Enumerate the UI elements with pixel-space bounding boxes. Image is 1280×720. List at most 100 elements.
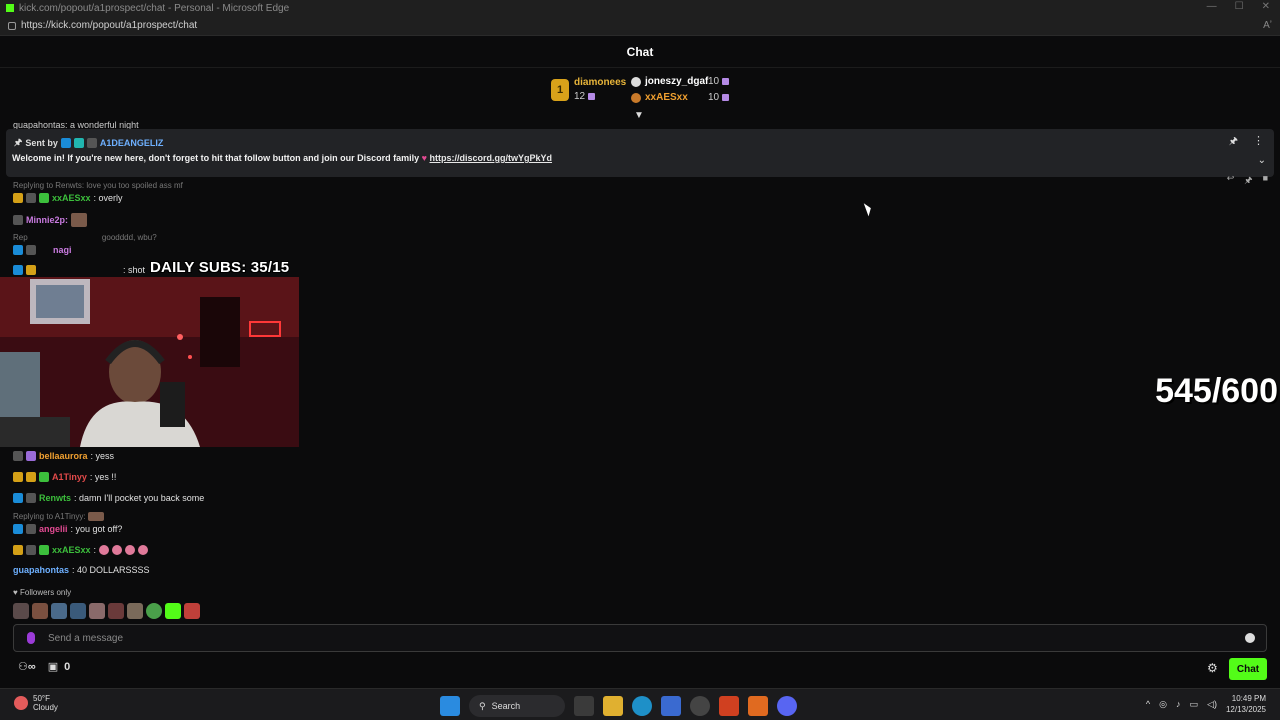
more-options-icon[interactable]: ⋮: [1253, 134, 1264, 147]
leader-2-name[interactable]: joneszy_dgaf: [645, 76, 708, 87]
reply-context: Rep goodddd, wbu?: [13, 233, 157, 242]
pin-icon[interactable]: 🖈: [1229, 134, 1238, 151]
microphone-tray-icon[interactable]: ♪: [1176, 699, 1181, 709]
browser-title-bar: kick.com/popout/a1prospect/chat - Person…: [0, 0, 1280, 16]
reply-icon[interactable]: ↩: [1227, 173, 1235, 189]
emote-image: [112, 545, 123, 555]
chat-message: xxAESxx :: [13, 545, 149, 555]
obs-icon[interactable]: [690, 696, 710, 716]
file-explorer-icon[interactable]: [603, 696, 623, 716]
emoji-picker-icon[interactable]: [1245, 633, 1255, 643]
discord-link[interactable]: https://discord.gg/twYgPkYd: [430, 153, 553, 163]
rank-3-medal-icon: [631, 93, 641, 103]
emote-button[interactable]: [13, 603, 29, 619]
edge-browser-icon[interactable]: [632, 696, 652, 716]
chat-text: : you got off?: [70, 524, 123, 534]
send-chat-button[interactable]: Chat: [1229, 658, 1267, 680]
store-icon[interactable]: [661, 696, 681, 716]
emote-button[interactable]: [146, 603, 162, 619]
chat-username[interactable]: guapahontas: [13, 565, 69, 575]
chat-username[interactable]: Renwts: [39, 493, 71, 503]
microphone-icon[interactable]: [27, 632, 35, 644]
emote-image: [99, 545, 110, 555]
rank-1-medal-icon: 1: [551, 79, 569, 101]
emote-button[interactable]: [184, 603, 200, 619]
chat-username[interactable]: Minnie2p:: [26, 215, 68, 225]
chat-message: A1Tinyy : yes !!: [13, 472, 116, 482]
leader-3-name[interactable]: xxAESxx: [645, 92, 688, 103]
chat-message: Renwts : damn I'll pocket you back some: [13, 493, 204, 503]
moderator-badge-icon: [60, 138, 71, 148]
app-icon[interactable]: [748, 696, 768, 716]
chat-message: xxAESxx : overly: [13, 193, 123, 203]
expand-leaderboard-icon[interactable]: ▼: [634, 110, 644, 121]
chat-text: : damn I'll pocket you back some: [74, 493, 205, 503]
address-bar[interactable]: https://kick.com/popout/a1prospect/chat …: [0, 16, 1280, 36]
emote-button[interactable]: [51, 603, 67, 619]
gift-icon: [722, 93, 730, 101]
minimize-icon[interactable]: —: [1207, 1, 1217, 12]
quick-emotes-bar: [13, 603, 200, 619]
sub-badge-icon: [13, 193, 23, 203]
sub-badge-icon: [26, 451, 36, 461]
gear-icon[interactable]: ⚙: [1207, 661, 1218, 675]
chat-message: guapahontas : 40 DOLLARSSSS: [13, 565, 150, 575]
close-icon[interactable]: ✕: [1262, 1, 1270, 12]
og-badge-icon: [86, 138, 97, 148]
users-icon[interactable]: ⚇∞: [18, 660, 36, 673]
pinned-sender-name[interactable]: A1DEANGELIZ: [100, 138, 164, 148]
emote-button[interactable]: [32, 603, 48, 619]
chat-username[interactable]: nagi: [53, 245, 72, 255]
app-icon[interactable]: [719, 696, 739, 716]
weather-condition: Cloudy: [33, 703, 58, 712]
emote-button[interactable]: [165, 603, 181, 619]
webcam-feed: [0, 277, 299, 447]
chat-username[interactable]: bellaaurora: [39, 451, 88, 461]
sub-badge-icon: [13, 545, 23, 555]
chat-footer-left: ⚇∞ ▣ 0: [18, 660, 70, 674]
chat-title: Chat: [0, 36, 1280, 68]
chat-username[interactable]: angelii: [39, 524, 68, 534]
verified-badge-icon: [73, 138, 84, 148]
window-controls: — ☐ ✕: [1207, 1, 1270, 12]
emote-button[interactable]: [108, 603, 124, 619]
chat-input-box[interactable]: [13, 624, 1267, 652]
daily-subs-overlay: DAILY SUBS: 35/15: [150, 259, 290, 276]
network-icon[interactable]: ◎: [1159, 699, 1167, 710]
task-view-icon[interactable]: [574, 696, 594, 716]
moderator-badge-icon: [13, 245, 23, 255]
chat-message: bellaaurora : yess: [13, 451, 114, 461]
window-title: kick.com/popout/a1prospect/chat - Person…: [19, 2, 290, 14]
chat-username[interactable]: xxAESxx: [52, 193, 91, 203]
maximize-icon[interactable]: ☐: [1235, 1, 1244, 12]
webcam-image: [0, 277, 299, 447]
display-icon[interactable]: ▭: [1190, 699, 1199, 710]
gifter-badge-icon: [39, 193, 49, 203]
pin-small-icon: 🖈: [14, 137, 23, 147]
taskbar-search[interactable]: ⚲ Search: [469, 695, 565, 717]
weather-widget[interactable]: 50°F Cloudy: [14, 694, 58, 712]
emote-button[interactable]: [127, 603, 143, 619]
chevron-up-icon[interactable]: ^: [1146, 699, 1150, 709]
leader-1-name[interactable]: diamonees: [574, 77, 626, 88]
volume-icon[interactable]: ◁): [1207, 699, 1217, 710]
emote-button[interactable]: [70, 603, 86, 619]
sent-by-label: Sent by: [25, 138, 58, 148]
emote-button[interactable]: [89, 603, 105, 619]
discord-icon[interactable]: [777, 696, 797, 716]
gift-box-icon[interactable]: ▣: [48, 660, 58, 673]
chevron-down-icon[interactable]: ⌄: [1258, 155, 1266, 166]
emote-image: [87, 512, 104, 522]
followers-only-notice: ♥ Followers only: [13, 588, 72, 597]
chat-username[interactable]: A1Tinyy: [52, 472, 87, 482]
url-text[interactable]: https://kick.com/popout/a1prospect/chat: [21, 20, 197, 31]
search-icon: ⚲: [479, 700, 486, 711]
read-aloud-icon[interactable]: Aʼ: [1263, 20, 1272, 31]
windows-start-icon[interactable]: [440, 696, 460, 716]
message-input[interactable]: [48, 632, 1245, 644]
pin-action-icon[interactable]: 🖈: [1244, 173, 1252, 189]
chat-username[interactable]: xxAESxx: [52, 545, 91, 555]
chat-message: : shot: [13, 265, 145, 275]
clock[interactable]: 10:49 PM 12/13/2025: [1226, 693, 1266, 715]
delete-icon[interactable]: ■: [1263, 173, 1268, 189]
